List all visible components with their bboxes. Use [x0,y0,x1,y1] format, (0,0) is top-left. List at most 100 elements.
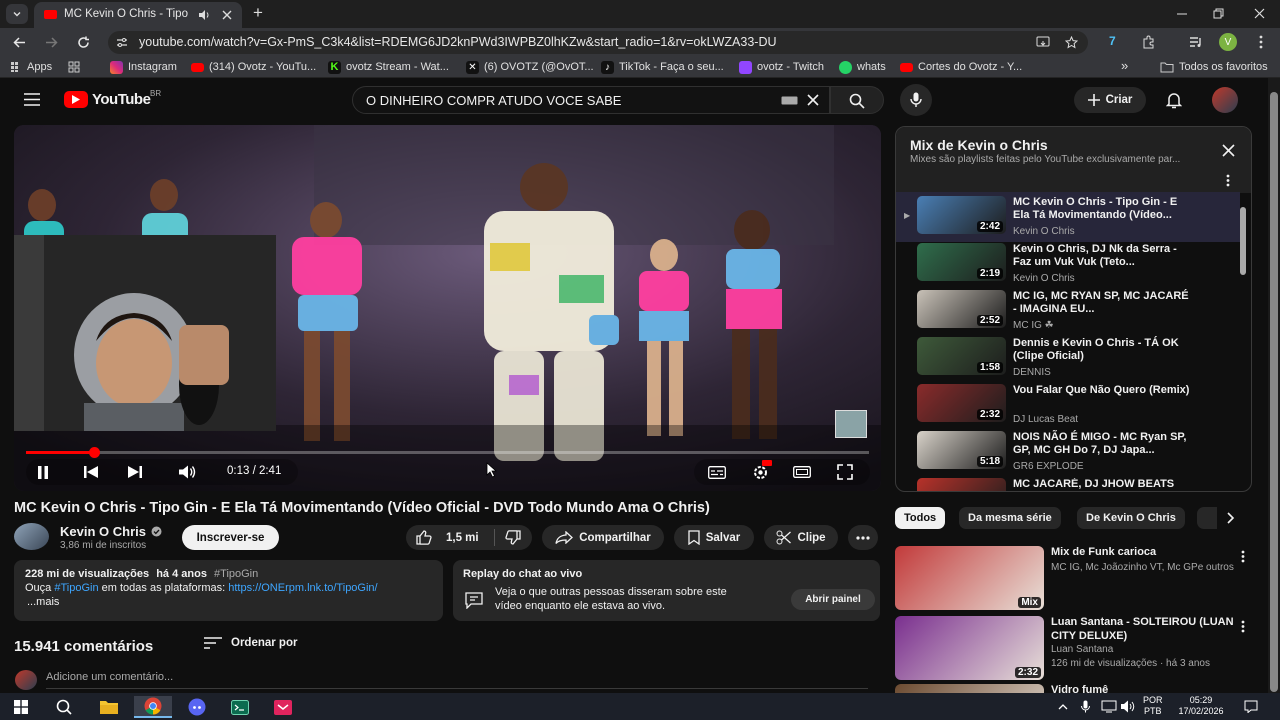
more-bookmarks-button[interactable]: » [1121,58,1128,73]
volume-button[interactable] [176,461,200,483]
add-comment-input[interactable]: Adicione um comentário... [46,671,173,683]
sort-comments-button[interactable]: Ordenar por [204,637,297,649]
show-more-link[interactable]: ...mais [27,595,59,609]
tab-groups-icon[interactable] [68,61,81,73]
playlist-item-thumbnail[interactable]: 5:18 [917,431,1006,469]
search-input[interactable]: O DINHEIRO COMPR ATUDO VOCE SABE [352,86,830,114]
bookmark-cortes[interactable]: Cortes do Ovotz - Y... [900,59,1022,75]
more-vertical-icon[interactable] [1241,620,1245,633]
discord-taskbar-button[interactable] [178,696,216,718]
playlist-item-thumbnail[interactable]: 1:58 [917,337,1006,375]
page-scrollbar-thumb[interactable] [1270,92,1278,692]
chrome-taskbar-button[interactable] [134,696,172,718]
language-indicator[interactable]: POR PTB [1143,695,1163,717]
pause-button[interactable] [32,461,54,483]
app-taskbar-button[interactable] [264,696,302,718]
bookmark-twitch[interactable]: ovotz - Twitch [739,59,824,75]
clock[interactable]: 05:29 17/02/2026 [1175,695,1227,717]
fullscreen-button[interactable] [834,461,856,483]
close-window-icon[interactable] [1254,8,1265,19]
volume-tray-icon[interactable] [1121,700,1136,713]
like-button[interactable]: 1,5 mi [406,525,494,550]
playlist-scrollbar[interactable] [1240,207,1246,275]
playlist-item[interactable]: 2:32 Vou Falar Que Não Quero (Remix) DJ Lu… [917,384,1237,428]
voice-search-button[interactable] [900,84,932,116]
restore-icon[interactable] [1213,8,1224,19]
extension-icon[interactable]: 7 [1109,34,1125,50]
more-vertical-icon[interactable] [1241,550,1245,563]
playlist-item[interactable]: 2:52 MC IG, MC RYAN SP, MC JACARÉ - IMAGI… [917,290,1237,334]
cast-icon[interactable] [1036,36,1050,48]
network-icon[interactable] [1101,700,1117,713]
taskbar-search-button[interactable] [45,696,83,718]
hamburger-menu-icon[interactable] [24,93,40,106]
minimize-icon[interactable] [1176,9,1188,19]
more-actions-button[interactable] [848,525,878,550]
bookmark-ovotz-youtube[interactable]: (314) Ovotz - YouTu... [191,59,316,75]
save-button[interactable]: Salvar [674,525,754,550]
open-chat-panel-button[interactable]: Abrir painel [791,589,875,610]
clip-button[interactable]: Clipe [764,525,838,550]
microphone-tray-icon[interactable] [1081,700,1090,713]
next-button[interactable] [124,461,146,483]
playlist-item-thumbnail[interactable]: 2:42 [917,196,1006,234]
previous-button[interactable] [80,461,102,483]
clear-search-icon[interactable] [807,94,819,106]
description-url-link[interactable]: https://ONErpm.lnk.to/TipoGin/ [228,582,377,594]
playlist-title[interactable]: Mix de Kevin o Chris [910,137,1048,153]
address-bar[interactable]: youtube.com/watch?v=Gx-PmS_C3k4&list=RDE… [108,31,1088,54]
bookmark-tiktok[interactable]: ♪ TikTok - Faça o seu... [601,59,724,75]
terminal-taskbar-button[interactable] [221,696,259,718]
create-button[interactable]: Criar [1074,87,1146,113]
menu-dots-icon[interactable] [1259,35,1263,49]
recommendation-item[interactable]: Vidro fumê [895,684,1255,693]
video-player[interactable]: 0:13 / 2:41 [14,125,881,491]
back-arrow-icon[interactable] [13,36,26,49]
all-bookmarks-folder[interactable]: Todos os favoritos [1160,59,1268,75]
notifications-bell-icon[interactable] [1166,91,1182,109]
recommendation-thumbnail[interactable]: Mix [895,546,1044,610]
file-explorer-button[interactable] [90,696,128,718]
new-tab-button[interactable]: + [253,3,263,23]
channel-avatar[interactable] [14,523,49,550]
chip-same-series[interactable]: Da mesma série [959,507,1061,529]
bookmark-whats[interactable]: whats [839,59,886,75]
bookmark-instagram[interactable]: Instagram [110,59,177,75]
recommendation-item[interactable]: Mix Mix de Funk carioca MC IG, Mc Joãozinh… [895,546,1255,610]
youtube-logo[interactable]: YouTube [64,91,151,108]
description-hashtag-link[interactable]: #TipoGin [54,582,98,594]
bookmark-x[interactable]: ✕ (6) OVOTZ (@OvOT... [466,59,594,75]
share-button[interactable]: Compartilhar [542,525,664,550]
hashtag-link[interactable]: #TipoGin [214,568,258,580]
profile-avatar[interactable]: V [1219,33,1237,51]
browser-tab-active[interactable]: MC Kevin O Chris - Tipo Gin [34,2,242,28]
puzzle-icon[interactable] [1142,35,1156,49]
speaker-icon[interactable] [198,9,210,21]
recommendation-item[interactable]: 2:32 Luan Santana - SOLTEIROU (LUAN CITY … [895,616,1255,680]
forward-arrow-icon[interactable] [45,36,58,49]
playlist-item[interactable]: 2:42 MC Kevin O Chris - Tipo Gin - E Ela … [917,196,1237,240]
user-avatar[interactable] [1212,87,1238,113]
notifications-icon[interactable] [1244,700,1258,713]
playlist-item-thumbnail[interactable]: 2:32 [917,384,1006,422]
bookmark-star-icon[interactable] [1065,36,1078,49]
endscreen-thumbnail[interactable] [835,410,867,438]
recommendation-thumbnail[interactable] [895,684,1044,693]
playlist-item-thumbnail[interactable]: 2:19 [917,243,1006,281]
start-button[interactable] [2,696,40,718]
playlist-item[interactable]: 1:58 Dennis e Kevin O Chris - TÁ OK (Clip… [917,337,1237,381]
progress-bar[interactable] [26,447,869,458]
tray-chevron-up-icon[interactable] [1058,703,1068,710]
search-button[interactable] [830,86,884,114]
playlist-item-thumbnail[interactable] [917,478,1006,491]
keyboard-icon[interactable] [781,96,798,105]
channel-name-row[interactable]: Kevin O Chris [60,524,162,539]
tab-search-button[interactable] [6,4,28,24]
chip-from-channel[interactable]: De Kevin O Chris [1077,507,1185,529]
close-tab-icon[interactable] [222,10,232,20]
chevron-right-icon[interactable] [1227,512,1235,524]
recommendation-thumbnail[interactable]: 2:32 [895,616,1044,680]
playlist-item-thumbnail[interactable]: 2:52 [917,290,1006,328]
reload-icon[interactable] [77,36,90,49]
close-playlist-icon[interactable] [1222,144,1235,157]
